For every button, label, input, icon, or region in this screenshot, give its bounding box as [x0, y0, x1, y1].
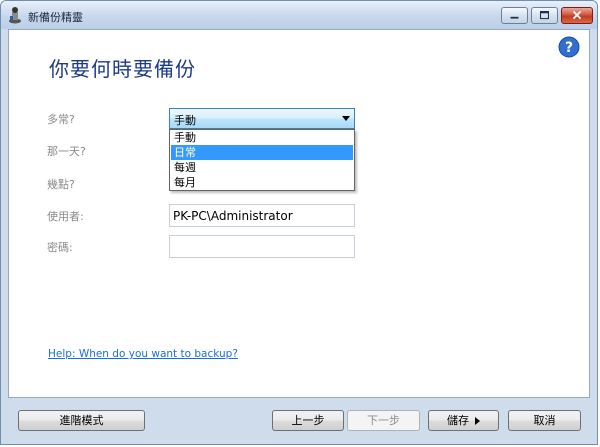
maximize-icon: [540, 11, 549, 20]
time-label: 幾點?: [47, 178, 75, 191]
user-label: 使用者:: [47, 210, 84, 223]
help-link[interactable]: Help: When do you want to backup?: [48, 348, 238, 360]
backup-wizard-icon: [9, 7, 21, 24]
frequency-dropdown-list: 手動 日常 每週 每月: [169, 129, 355, 191]
password-label: 密碼:: [47, 241, 73, 254]
next-button[interactable]: 下一步: [347, 410, 420, 431]
title-bar[interactable]: 新備份精靈: [1, 1, 597, 29]
cancel-button[interactable]: 取消: [508, 410, 581, 431]
help-icon[interactable]: ?: [558, 36, 580, 58]
arrow-right-icon: [475, 417, 480, 425]
dropdown-option-weekly[interactable]: 每週: [171, 160, 353, 175]
window-title: 新備份精靈: [28, 11, 83, 24]
dropdown-option-monthly[interactable]: 每月: [171, 175, 353, 190]
dropdown-option-manual[interactable]: 手動: [171, 130, 353, 145]
wizard-content: ? 你要何時要備份 多常? 那一天? 幾點? 使用者: 密碼: 手動 手動 日常…: [8, 29, 590, 398]
save-button[interactable]: 儲存: [428, 410, 499, 431]
user-field-value: PK-PC\Administrator: [173, 209, 293, 223]
page-heading: 你要何時要備份: [49, 57, 196, 81]
svg-text:?: ?: [565, 40, 573, 56]
user-field[interactable]: PK-PC\Administrator: [169, 204, 355, 227]
close-button[interactable]: [561, 7, 593, 24]
chevron-down-icon: [342, 116, 350, 121]
maximize-button[interactable]: [531, 7, 558, 24]
minimize-button[interactable]: [501, 7, 528, 24]
frequency-select[interactable]: 手動: [169, 108, 355, 129]
frequency-label: 多常?: [47, 113, 75, 126]
advanced-mode-button[interactable]: 進階模式: [18, 410, 145, 431]
wizard-window: 新備份精靈 ? 你要何時要備份 多常? 那一天? 幾點? 使用者: 密碼: 手動…: [0, 0, 598, 445]
back-button[interactable]: 上一步: [272, 410, 344, 431]
day-label: 那一天?: [47, 145, 86, 158]
frequency-select-value: 手動: [174, 114, 196, 127]
dropdown-option-daily[interactable]: 日常: [171, 145, 353, 160]
password-field[interactable]: [169, 235, 355, 258]
save-button-label: 儲存: [447, 414, 469, 427]
close-icon: [572, 10, 582, 20]
minimize-icon: [510, 16, 519, 19]
